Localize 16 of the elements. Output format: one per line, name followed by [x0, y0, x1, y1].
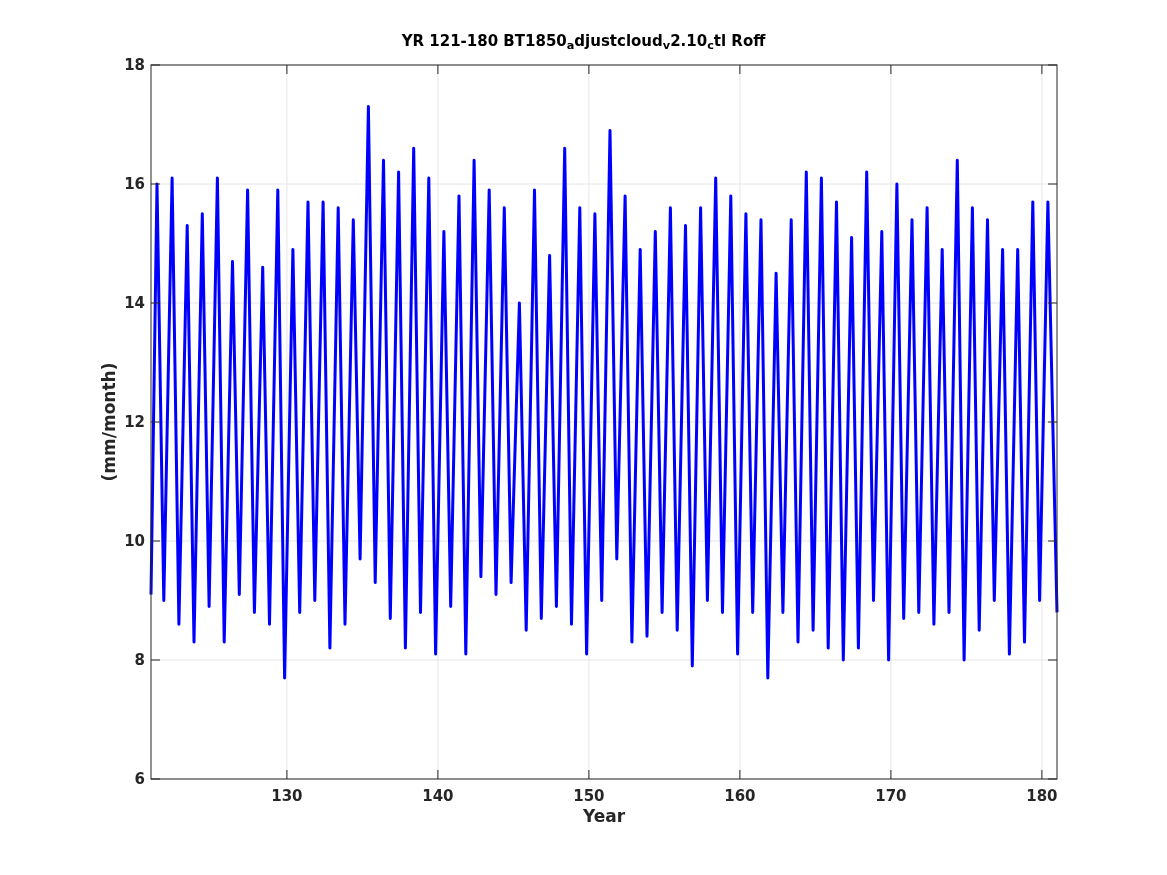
- y-tick-label: 10: [124, 532, 145, 550]
- y-tick-label: 6: [134, 770, 145, 788]
- x-tick-label: 160: [724, 787, 756, 805]
- y-axis-label: (mm/month): [99, 362, 119, 482]
- x-tick-label: 140: [422, 787, 454, 805]
- chart-title: YR 121-180 BT1850$_{a}$djustcloud$_{v}$2.10$_{c}$tl Roff: [401, 31, 766, 53]
- y-tick-label: 14: [124, 294, 145, 312]
- y-tick-label: 8: [134, 651, 145, 669]
- y-tick-label: 16: [124, 175, 145, 193]
- y-tick-label: 18: [124, 56, 145, 74]
- x-tick-label: 170: [875, 787, 907, 805]
- x-tick-label: 130: [271, 787, 303, 805]
- x-axis-label: Year: [582, 806, 626, 826]
- y-tick-label: 12: [124, 413, 145, 431]
- x-tick-label: 150: [573, 787, 605, 805]
- x-tick-label: 180: [1026, 787, 1058, 805]
